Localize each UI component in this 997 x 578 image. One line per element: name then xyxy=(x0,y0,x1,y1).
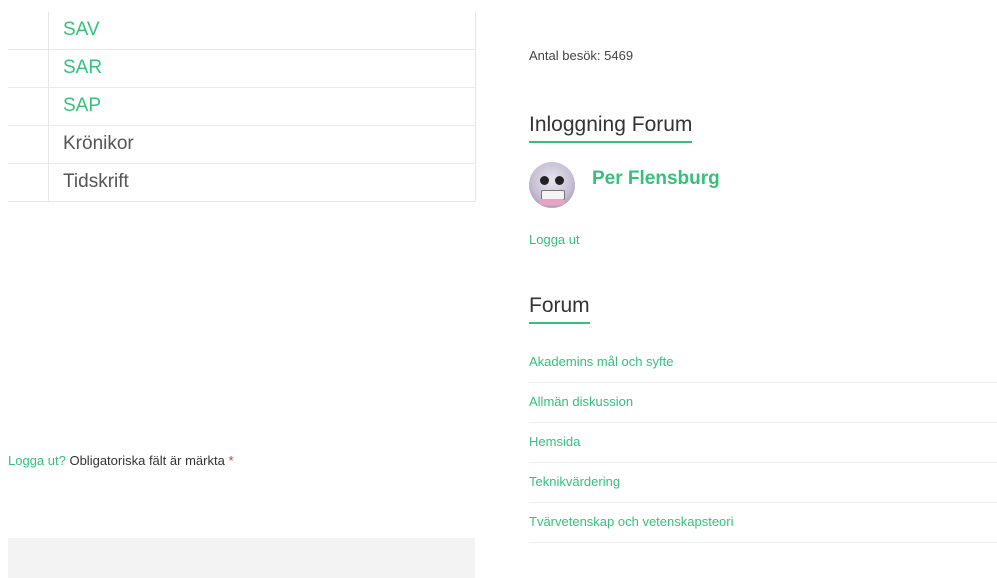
list-item: Hemsida xyxy=(529,423,997,463)
menu-link-sav[interactable]: SAV xyxy=(63,18,100,42)
column-divider xyxy=(48,88,49,125)
avatar-chin xyxy=(539,199,565,205)
table-row[interactable]: Tidskrift xyxy=(8,164,475,202)
login-widget-title: Inloggning Forum xyxy=(529,113,693,143)
logout-link[interactable]: Logga ut xyxy=(529,232,580,247)
column-divider xyxy=(48,164,49,201)
submenu-table: SAV SAR SAP Krönikor Tidskrift xyxy=(8,12,476,202)
required-marker: * xyxy=(228,453,234,468)
menu-link-tidskrift[interactable]: Tidskrift xyxy=(63,170,129,194)
forum-widget-title: Forum xyxy=(529,294,590,324)
column-divider xyxy=(48,12,49,49)
menu-link-sap[interactable]: SAP xyxy=(63,94,101,118)
comment-form-note: Logga ut? Obligatoriska fält är märkta * xyxy=(8,453,234,468)
menu-link-sar[interactable]: SAR xyxy=(63,56,102,80)
column-divider xyxy=(48,50,49,87)
table-row[interactable]: SAR xyxy=(8,50,475,88)
visit-counter: Antal besök: 5469 xyxy=(529,48,634,63)
list-item: Allmän diskussion xyxy=(529,383,997,423)
forum-link-akademins-mal[interactable]: Akademins mål och syfte xyxy=(529,354,674,369)
list-item: Akademins mål och syfte xyxy=(529,343,997,383)
forum-link-hemsida[interactable]: Hemsida xyxy=(529,434,580,449)
forum-link-allman-diskussion[interactable]: Allmän diskussion xyxy=(529,394,633,409)
avatar-eye xyxy=(555,176,564,185)
user-name-link[interactable]: Per Flensburg xyxy=(592,168,720,190)
avatar-icon[interactable] xyxy=(529,162,575,208)
list-item: Tvärvetenskap och vetenskapsteori xyxy=(529,503,997,543)
comment-logout-link[interactable]: Logga ut? xyxy=(8,453,66,468)
comment-textarea[interactable] xyxy=(8,538,475,578)
required-fields-note: Obligatoriska fält är märkta xyxy=(69,453,225,468)
forum-list: Akademins mål och syfte Allmän diskussio… xyxy=(529,343,997,543)
list-item: Teknikvärdering xyxy=(529,463,997,503)
avatar-eye xyxy=(540,176,549,185)
forum-link-teknikvardering[interactable]: Teknikvärdering xyxy=(529,474,620,489)
table-row[interactable]: SAV xyxy=(8,12,475,50)
column-divider xyxy=(48,126,49,163)
forum-link-tvarvetenskap[interactable]: Tvärvetenskap och vetenskapsteori xyxy=(529,514,734,529)
table-row[interactable]: Krönikor xyxy=(8,126,475,164)
table-row[interactable]: SAP xyxy=(8,88,475,126)
menu-link-kronikor[interactable]: Krönikor xyxy=(63,132,134,156)
